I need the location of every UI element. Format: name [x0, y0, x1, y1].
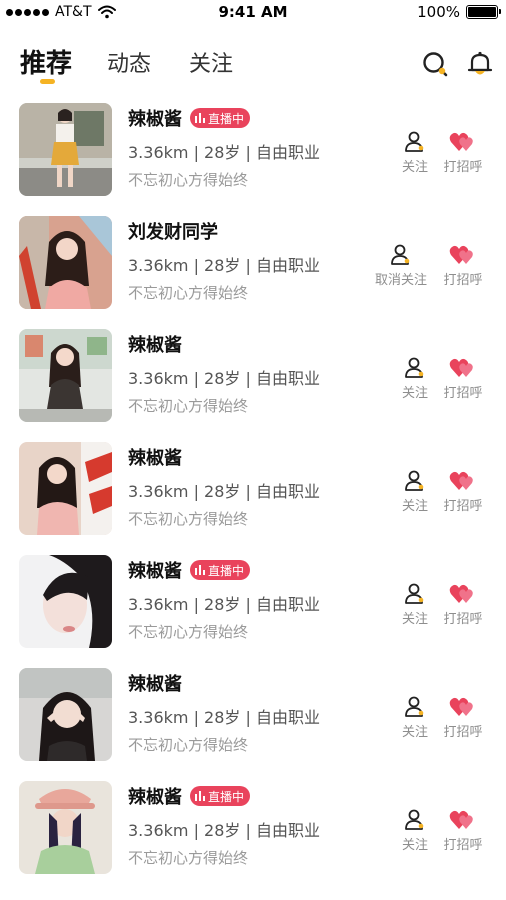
top-nav: 推荐 动态 关注 — [0, 36, 506, 88]
user-bio: 不忘初心方得始终 — [128, 736, 249, 754]
name-line: 辣椒酱 — [128, 444, 182, 470]
tab-moments[interactable]: 动态 — [107, 46, 151, 78]
user-bio: 不忘初心方得始终 — [128, 849, 249, 867]
greet-button[interactable]: 打招呼 — [432, 470, 494, 514]
greet-button[interactable]: 打招呼 — [432, 696, 494, 740]
user-name: 辣椒酱 — [128, 335, 182, 356]
list-item[interactable]: 辣椒酱 直播中 3.36km | 28岁 | 自由职业 不忘初心方得始终 关注 — [0, 101, 506, 214]
user-meta: 3.36km | 28岁 | 自由职业 — [128, 143, 320, 162]
hearts-icon — [449, 471, 473, 490]
user-meta: 3.36km | 28岁 | 自由职业 — [128, 708, 320, 727]
add-user-icon — [405, 470, 424, 491]
live-badge[interactable]: 直播中 — [190, 560, 251, 580]
add-user-icon — [405, 809, 424, 830]
name-line: 辣椒酱 直播中 — [128, 783, 251, 809]
name-line: 辣椒酱 直播中 — [128, 105, 251, 131]
greet-label: 打招呼 — [443, 838, 483, 853]
user-meta: 3.36km | 28岁 | 自由职业 — [128, 821, 320, 840]
avatar[interactable] — [19, 781, 112, 874]
user-meta: 3.36km | 28岁 | 自由职业 — [128, 256, 320, 275]
live-bars-icon — [195, 791, 205, 801]
greet-label: 打招呼 — [443, 386, 483, 401]
live-badge[interactable]: 直播中 — [190, 786, 251, 806]
list-item[interactable]: 辣椒酱 直播中 3.36km | 28岁 | 自由职业 不忘初心方得始终 关注 — [0, 779, 506, 892]
user-meta: 3.36km | 28岁 | 自由职业 — [128, 595, 320, 614]
list-item[interactable]: 刘发财同学 3.36km | 28岁 | 自由职业 不忘初心方得始终 取消关注 … — [0, 214, 506, 327]
add-user-icon — [405, 131, 424, 152]
name-line: 辣椒酱 直播中 — [128, 557, 251, 583]
hearts-icon — [449, 810, 473, 829]
unfollow-button[interactable]: 取消关注 — [368, 244, 434, 288]
user-bio: 不忘初心方得始终 — [128, 284, 249, 302]
greet-label: 打招呼 — [443, 499, 483, 514]
active-tab-indicator — [40, 79, 55, 84]
user-bio: 不忘初心方得始终 — [128, 510, 249, 528]
status-bar: AT&T 9:41 AM 100% — [0, 0, 506, 28]
add-user-icon — [405, 696, 424, 717]
user-name: 辣椒酱 — [128, 561, 182, 582]
user-meta: 3.36km | 28岁 | 自由职业 — [128, 369, 320, 388]
user-name: 辣椒酱 — [128, 787, 182, 808]
user-name: 辣椒酱 — [128, 674, 182, 695]
greet-button[interactable]: 打招呼 — [432, 809, 494, 853]
avatar[interactable] — [19, 668, 112, 761]
greet-button[interactable]: 打招呼 — [432, 131, 494, 175]
list-item[interactable]: 辣椒酱 3.36km | 28岁 | 自由职业 不忘初心方得始终 关注 打招呼 — [0, 440, 506, 553]
greet-button[interactable]: 打招呼 — [432, 357, 494, 401]
greet-button[interactable]: 打招呼 — [432, 583, 494, 627]
avatar[interactable] — [19, 329, 112, 422]
user-name: 辣椒酱 — [128, 109, 182, 130]
hearts-icon — [449, 245, 473, 264]
live-badge-label: 直播中 — [208, 563, 245, 578]
user-meta: 3.36km | 28岁 | 自由职业 — [128, 482, 320, 501]
user-followed-icon — [391, 244, 410, 265]
live-bars-icon — [195, 565, 205, 575]
avatar[interactable] — [19, 103, 112, 196]
greet-label: 打招呼 — [443, 725, 483, 740]
greet-label: 打招呼 — [443, 160, 483, 175]
name-line: 刘发财同学 — [128, 218, 218, 244]
status-right: 100% — [417, 3, 501, 21]
live-badge-label: 直播中 — [208, 111, 245, 126]
hearts-icon — [449, 697, 473, 716]
battery-icon — [466, 5, 501, 19]
name-line: 辣椒酱 — [128, 331, 182, 357]
list-item[interactable]: 辣椒酱 3.36km | 28岁 | 自由职业 不忘初心方得始终 关注 打招呼 — [0, 327, 506, 440]
greet-label: 打招呼 — [443, 612, 483, 627]
user-name: 辣椒酱 — [128, 448, 182, 469]
follow-label: 关注 — [401, 499, 428, 514]
user-bio: 不忘初心方得始终 — [128, 171, 249, 189]
follow-label: 关注 — [401, 725, 428, 740]
search-icon[interactable] — [421, 50, 449, 78]
avatar[interactable] — [19, 442, 112, 535]
greet-button[interactable]: 打招呼 — [432, 244, 494, 288]
follow-label: 关注 — [401, 386, 428, 401]
list-item[interactable]: 辣椒酱 3.36km | 28岁 | 自由职业 不忘初心方得始终 关注 打招呼 — [0, 666, 506, 779]
greet-label: 打招呼 — [443, 273, 483, 288]
avatar[interactable] — [19, 216, 112, 309]
user-bio: 不忘初心方得始终 — [128, 623, 249, 641]
hearts-icon — [449, 358, 473, 377]
hearts-icon — [449, 132, 473, 151]
avatar[interactable] — [19, 555, 112, 648]
bell-icon[interactable] — [466, 50, 494, 78]
list-item[interactable]: 辣椒酱 直播中 3.36km | 28岁 | 自由职业 不忘初心方得始终 关注 — [0, 553, 506, 666]
unfollow-label: 取消关注 — [374, 273, 427, 288]
name-line: 辣椒酱 — [128, 670, 182, 696]
battery-percent: 100% — [417, 3, 460, 21]
tab-following[interactable]: 关注 — [189, 46, 233, 78]
live-badge-label: 直播中 — [208, 789, 245, 804]
tab-recommend[interactable]: 推荐 — [20, 43, 72, 80]
follow-label: 关注 — [401, 838, 428, 853]
user-bio: 不忘初心方得始终 — [128, 397, 249, 415]
user-name: 刘发财同学 — [128, 222, 218, 243]
follow-label: 关注 — [401, 160, 428, 175]
add-user-icon — [405, 357, 424, 378]
live-badge[interactable]: 直播中 — [190, 108, 251, 128]
hearts-icon — [449, 584, 473, 603]
add-user-icon — [405, 583, 424, 604]
live-bars-icon — [195, 113, 205, 123]
follow-label: 关注 — [401, 612, 428, 627]
